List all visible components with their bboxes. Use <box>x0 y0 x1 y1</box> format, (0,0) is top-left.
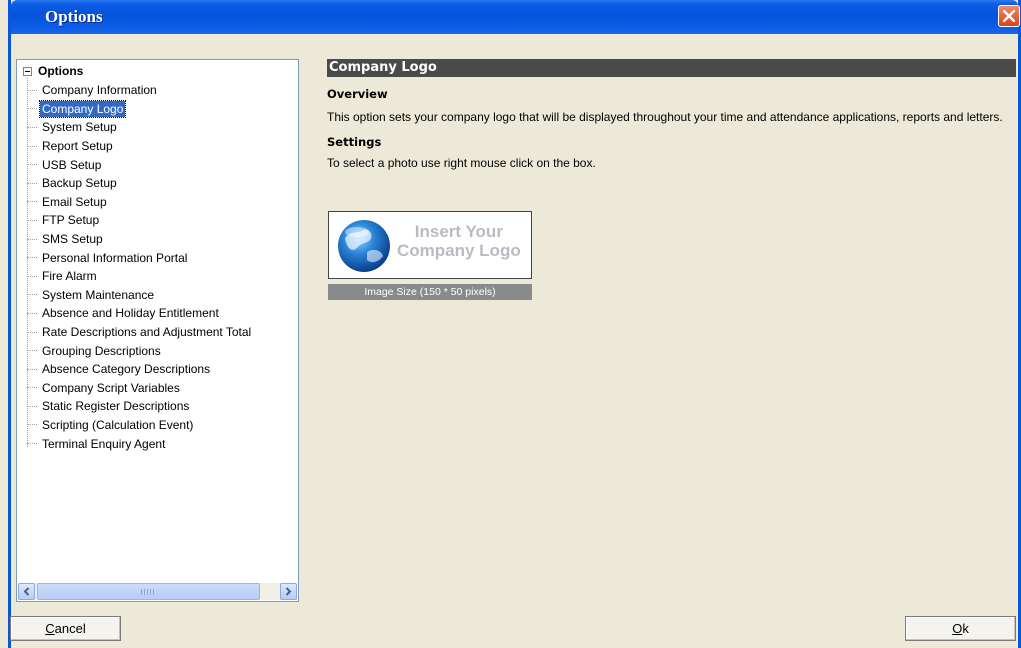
tree-item-label: Grouping Descriptions <box>42 343 161 358</box>
tree-item-list: Company Information Company Logo System … <box>27 81 298 453</box>
tree-item-rate-descriptions[interactable]: Rate Descriptions and Adjustment Total <box>27 323 298 342</box>
options-tree[interactable]: Options Company Information Company Logo… <box>16 59 299 602</box>
overview-text: This option sets your company logo that … <box>327 110 1003 124</box>
tree-item-absence-holiday-entitlement[interactable]: Absence and Holiday Entitlement <box>27 304 298 323</box>
tree-item-label: Personal Information Portal <box>42 250 188 265</box>
tree-item-label: Rate Descriptions and Adjustment Total <box>42 325 252 340</box>
tree-item-grouping-descriptions[interactable]: Grouping Descriptions <box>27 341 298 360</box>
tree-item-label: System Setup <box>42 120 117 135</box>
horizontal-scrollbar[interactable] <box>18 583 297 600</box>
section-title: Company Logo <box>327 59 1016 77</box>
scroll-thumb[interactable] <box>37 583 260 600</box>
tree-item-sms-setup[interactable]: SMS Setup <box>27 230 298 249</box>
tree-item-personal-information-portal[interactable]: Personal Information Portal <box>27 248 298 267</box>
tree-item-label: FTP Setup <box>42 213 100 228</box>
tree-item-report-setup[interactable]: Report Setup <box>27 137 298 156</box>
tree-item-label: Company Script Variables <box>42 380 180 395</box>
tree-item-static-register-descriptions[interactable]: Static Register Descriptions <box>27 397 298 416</box>
cancel-accelerator: C <box>45 621 55 636</box>
tree-item-label: Company Logo <box>38 99 127 118</box>
tree-item-label: Absence and Holiday Entitlement <box>42 306 219 321</box>
tree-item-system-setup[interactable]: System Setup <box>27 118 298 137</box>
tree-item-label: Email Setup <box>42 194 107 209</box>
tree-item-scripting-calculation-event[interactable]: Scripting (Calculation Event) <box>27 416 298 435</box>
content-panel: Company Logo Overview This option sets y… <box>327 59 1016 300</box>
logo-placeholder-text: Insert Your Company Logo <box>397 222 521 260</box>
settings-heading: Settings <box>327 135 382 149</box>
close-icon <box>1003 10 1015 22</box>
tree-item-label: Report Setup <box>42 139 113 154</box>
settings-text: To select a photo use right mouse click … <box>327 156 596 170</box>
scroll-left-button[interactable] <box>18 583 35 600</box>
overview-heading: Overview <box>327 87 388 101</box>
tree-item-company-script-variables[interactable]: Company Script Variables <box>27 379 298 398</box>
tree-item-label: System Maintenance <box>42 287 155 302</box>
scroll-right-button[interactable] <box>280 583 297 600</box>
tree-item-label: Static Register Descriptions <box>42 399 190 414</box>
tree-item-label: Terminal Enquiry Agent <box>42 436 166 451</box>
tree-item-label: Backup Setup <box>42 176 117 191</box>
chevron-left-icon <box>23 587 30 596</box>
cancel-label-rest: ancel <box>54 621 86 636</box>
tree-item-usb-setup[interactable]: USB Setup <box>27 155 298 174</box>
ok-accelerator: O <box>952 621 963 636</box>
company-logo-box[interactable]: Insert Your Company Logo <box>328 211 532 279</box>
tree-item-label: Absence Category Descriptions <box>42 362 211 377</box>
tree-item-label: Fire Alarm <box>42 269 97 284</box>
tree-item-backup-setup[interactable]: Backup Setup <box>27 174 298 193</box>
tree-item-ftp-setup[interactable]: FTP Setup <box>27 211 298 230</box>
tree-item-company-logo[interactable]: Company Logo <box>27 99 298 119</box>
ok-button[interactable]: Ok <box>905 616 1016 641</box>
tree-item-terminal-enquiry-agent[interactable]: Terminal Enquiry Agent <box>27 434 298 453</box>
tree-item-label: Scripting (Calculation Event) <box>42 417 194 432</box>
globe-icon <box>338 220 390 272</box>
tree-item-fire-alarm[interactable]: Fire Alarm <box>27 267 298 286</box>
close-button[interactable] <box>998 5 1020 27</box>
chevron-right-icon <box>285 587 292 596</box>
tree-item-email-setup[interactable]: Email Setup <box>27 193 298 212</box>
tree-item-company-information[interactable]: Company Information <box>27 81 298 100</box>
minus-expander-icon[interactable] <box>23 66 32 76</box>
tree-item-system-maintenance[interactable]: System Maintenance <box>27 286 298 305</box>
cancel-button[interactable]: Cancel <box>10 616 121 641</box>
image-size-label: Image Size (150 * 50 pixels) <box>328 284 532 300</box>
tree-item-absence-category-descriptions[interactable]: Absence Category Descriptions <box>27 360 298 379</box>
tree-item-label: SMS Setup <box>42 232 103 247</box>
title-bar[interactable]: Options <box>11 0 1020 34</box>
logo-placeholder-line1: Insert Your <box>414 222 503 241</box>
tree-root-label: Options <box>38 64 84 78</box>
tree-item-label: Company Information <box>42 83 157 98</box>
logo-placeholder-line2: Company Logo <box>397 241 521 260</box>
tree-item-label: USB Setup <box>42 157 102 172</box>
ok-label-rest: k <box>962 621 969 636</box>
tree-root[interactable]: Options <box>23 63 83 79</box>
window-title: Options <box>45 7 103 26</box>
scroll-grip <box>141 589 155 595</box>
